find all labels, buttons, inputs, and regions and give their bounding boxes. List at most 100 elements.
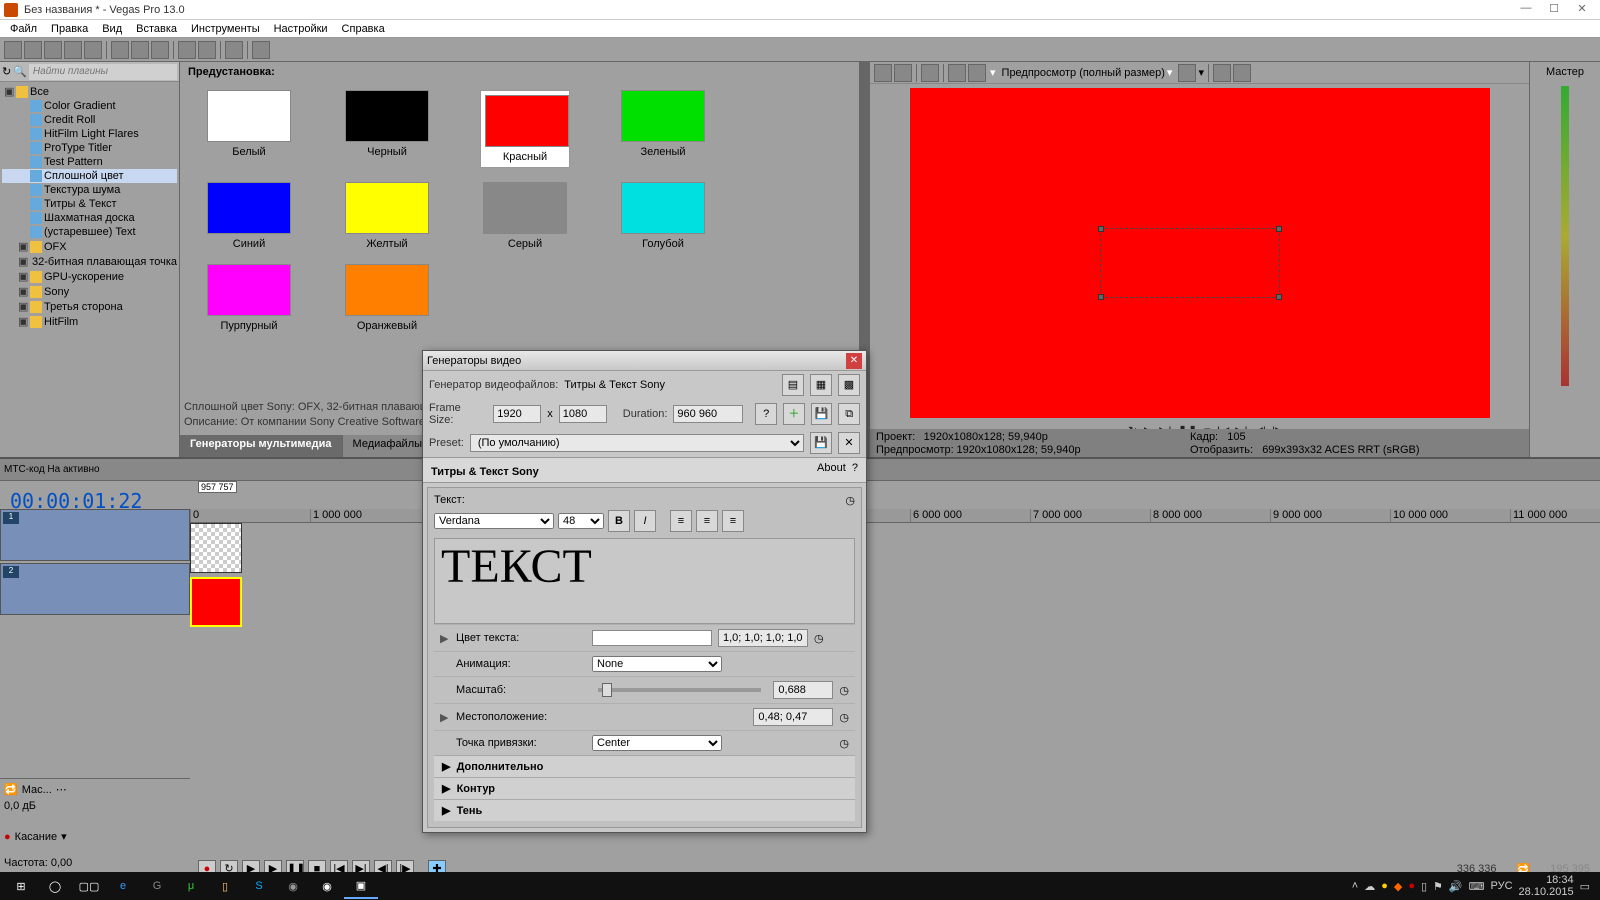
skype-icon[interactable]: S — [242, 873, 276, 899]
bold-button[interactable]: B — [608, 510, 630, 532]
help-icon[interactable]: ? — [755, 403, 777, 425]
tb-copy[interactable] — [131, 41, 149, 59]
italic-button[interactable]: I — [634, 510, 656, 532]
expand-advanced[interactable]: ▶ Дополнительно — [434, 755, 855, 777]
clock-icon[interactable]: ◷ — [845, 494, 855, 507]
search-input[interactable] — [29, 64, 177, 80]
tb-undo[interactable] — [178, 41, 196, 59]
tree-item[interactable]: ProType Titler — [2, 141, 177, 155]
pv-sv[interactable] — [1233, 64, 1251, 82]
animation-select[interactable]: None — [592, 656, 722, 672]
tree-cat[interactable]: ▣OFX — [2, 239, 177, 254]
refresh-icon[interactable]: ↻ — [2, 65, 11, 78]
track-header-1[interactable]: 1 — [0, 509, 190, 561]
edge-icon[interactable]: e — [106, 873, 140, 899]
clock[interactable]: 18:3428.10.2015 — [1519, 874, 1574, 898]
explorer-icon[interactable]: ▯ — [208, 873, 242, 899]
view3-icon[interactable]: ▩ — [838, 374, 860, 396]
app-icon[interactable]: G — [140, 873, 174, 899]
align-center-button[interactable]: ≡ — [696, 510, 718, 532]
scale-value[interactable] — [773, 681, 833, 699]
tree-cat[interactable]: ▣GPU-ускорение — [2, 269, 177, 284]
scale-slider[interactable] — [598, 688, 761, 692]
tree-item[interactable]: Test Pattern — [2, 155, 177, 169]
clock-icon[interactable]: ◷ — [839, 684, 849, 697]
tree-root[interactable]: ▣Все — [2, 84, 177, 99]
tb-props[interactable] — [84, 41, 102, 59]
preset-Серый[interactable]: Серый — [480, 182, 570, 250]
location-value[interactable] — [753, 708, 833, 726]
preview-mode[interactable]: Предпросмотр (полный размер) — [1002, 67, 1165, 79]
ext-icon[interactable]: ⧉ — [838, 403, 860, 425]
tb-open[interactable] — [24, 41, 42, 59]
dialog-close-icon[interactable]: ✕ — [846, 353, 862, 369]
volume-icon[interactable]: 🔊 — [1449, 880, 1463, 893]
tb-cut[interactable] — [111, 41, 129, 59]
pv-b[interactable] — [968, 64, 986, 82]
preset-Синий[interactable]: Синий — [204, 182, 294, 250]
preset-Зеленый[interactable]: Зеленый — [618, 90, 708, 168]
taskview-icon[interactable]: ▢▢ — [72, 873, 106, 899]
menu-file[interactable]: Файл — [4, 21, 43, 37]
menu-help[interactable]: Справка — [336, 21, 391, 37]
keyboard-icon[interactable]: ⌨ — [1469, 880, 1485, 893]
clock-icon[interactable]: ◷ — [814, 632, 824, 645]
tb-new[interactable] — [4, 41, 22, 59]
delete-preset-icon[interactable]: ✕ — [838, 432, 860, 454]
tab-generators[interactable]: Генераторы мультимедиа — [180, 435, 343, 457]
text-selection-box[interactable] — [1100, 228, 1280, 298]
tree-item[interactable]: Credit Roll — [2, 113, 177, 127]
frame-height-input[interactable] — [559, 405, 607, 423]
search-icon[interactable]: 🔍 — [13, 65, 27, 78]
track-area[interactable]: 01 000 0002 000 0003 000 0004 000 0005 0… — [190, 509, 1600, 523]
expand-icon[interactable]: ▶ — [440, 711, 450, 724]
pv-split[interactable] — [894, 64, 912, 82]
close-button[interactable]: ✕ — [1568, 2, 1596, 18]
about-link[interactable]: About — [817, 462, 846, 474]
tree-item[interactable]: (устаревшее) Text — [2, 225, 177, 239]
align-right-button[interactable]: ≡ — [722, 510, 744, 532]
preset-Черный[interactable]: Черный — [342, 90, 432, 168]
preset-Желтый[interactable]: Желтый — [342, 182, 432, 250]
preset-select[interactable]: (По умолчанию) — [470, 434, 804, 452]
tray-icon[interactable]: ⚑ — [1433, 880, 1443, 893]
pv-ext[interactable] — [874, 64, 892, 82]
preset-Красный[interactable]: Красный — [480, 90, 570, 168]
lang-indicator[interactable]: РУС — [1491, 880, 1513, 892]
duration-input[interactable] — [673, 405, 743, 423]
tray-up-icon[interactable]: ˄ — [1352, 880, 1358, 892]
preset-Голубой[interactable]: Голубой — [618, 182, 708, 250]
vegas-task-icon[interactable]: ▣ — [344, 873, 378, 899]
tree-item[interactable]: Color Gradient — [2, 99, 177, 113]
tb-save[interactable] — [44, 41, 62, 59]
font-select[interactable]: Verdana — [434, 513, 554, 529]
ruler[interactable]: 01 000 0002 000 0003 000 0004 000 0005 0… — [190, 509, 1600, 523]
tb-render[interactable] — [64, 41, 82, 59]
tray-icon[interactable]: ▯ — [1421, 880, 1427, 893]
color-value[interactable] — [718, 629, 808, 647]
tray-icon[interactable]: ● — [1408, 880, 1415, 892]
minimize-button[interactable]: — — [1512, 2, 1540, 18]
menu-insert[interactable]: Вставка — [130, 21, 183, 37]
tree-item[interactable]: Текстура шума — [2, 183, 177, 197]
tray-icon[interactable]: ☁ — [1364, 880, 1375, 893]
dialog-titlebar[interactable]: Генераторы видео ✕ — [423, 351, 866, 371]
frame-width-input[interactable] — [493, 405, 541, 423]
anchor-select[interactable]: Center — [592, 735, 722, 751]
tray-icon[interactable]: ◆ — [1394, 880, 1402, 893]
menu-tools[interactable]: Инструменты — [185, 21, 266, 37]
maximize-button[interactable]: ☐ — [1540, 2, 1568, 18]
view2-icon[interactable]: ▦ — [810, 374, 832, 396]
tree-cat[interactable]: ▣Третья сторона — [2, 299, 177, 314]
utorrent-icon[interactable]: μ — [174, 873, 208, 899]
save-icon[interactable]: 💾 — [811, 403, 833, 425]
start-button[interactable]: ⊞ — [4, 873, 38, 899]
text-color-swatch[interactable] — [592, 630, 712, 646]
tb-snap[interactable] — [225, 41, 243, 59]
size-select[interactable]: 48 — [558, 513, 604, 529]
track-header-2[interactable]: 2 — [0, 563, 190, 615]
expand-outline[interactable]: ▶ Контур — [434, 777, 855, 799]
text-preview[interactable]: ТЕКСТ — [434, 538, 855, 624]
search-icon[interactable]: ◯ — [38, 873, 72, 899]
tree-cat[interactable]: ▣Sony — [2, 284, 177, 299]
